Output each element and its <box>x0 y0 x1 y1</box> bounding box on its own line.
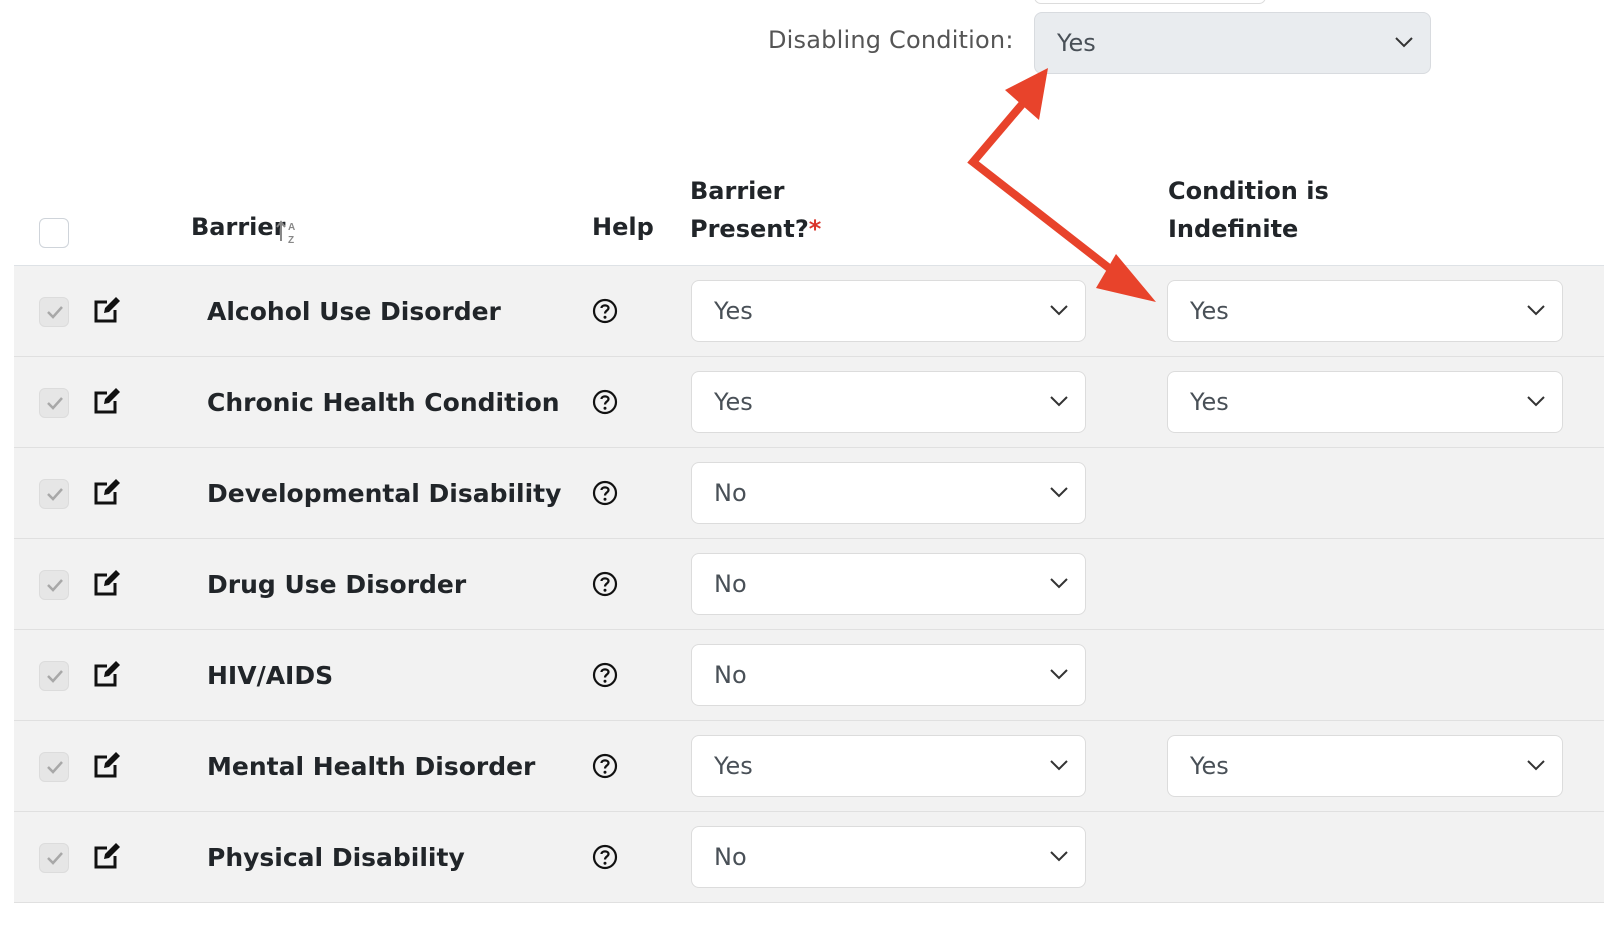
annotation-arrow <box>967 68 1156 302</box>
